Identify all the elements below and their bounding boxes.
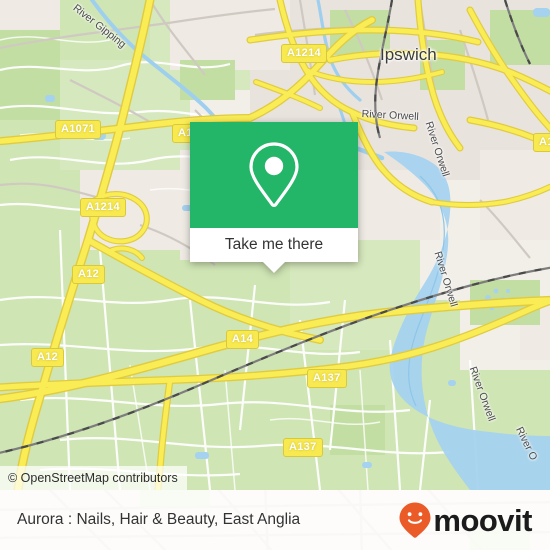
map-screenshot: Ipswich River Gipping River Orwell River… bbox=[0, 0, 550, 550]
road-shield-a12-upper[interactable]: A12 bbox=[72, 265, 106, 284]
map-pin-icon bbox=[249, 142, 299, 208]
moovit-wordmark: moovit bbox=[433, 502, 532, 538]
road-shield-a14[interactable]: A14 bbox=[226, 330, 260, 349]
callout-header bbox=[190, 122, 358, 228]
footer-bar: Aurora : Nails, Hair & Beauty, East Angl… bbox=[0, 490, 550, 550]
map-place-label-ipswich: Ipswich bbox=[380, 45, 437, 64]
callout-pointer bbox=[263, 262, 285, 273]
location-title: Aurora : Nails, Hair & Beauty, East Angl… bbox=[17, 511, 301, 528]
map-water-label-river-orwell-3: River Orwell bbox=[431, 250, 460, 309]
footer-content: Aurora : Nails, Hair & Beauty, East Angl… bbox=[0, 490, 550, 550]
map-canvas[interactable]: Ipswich River Gipping River Orwell River… bbox=[0, 0, 550, 490]
road-shield-a137-lower[interactable]: A137 bbox=[283, 438, 323, 457]
map-water-label-river-orwell-4: River Orwell bbox=[466, 365, 498, 423]
take-me-there-label: Take me there bbox=[224, 236, 324, 253]
road-shield-a12-lower[interactable]: A12 bbox=[31, 348, 65, 367]
map-water-label-river-orwell-1: River Orwell bbox=[361, 108, 420, 123]
map-water-label-river-orwell-5: River O bbox=[513, 425, 540, 463]
osm-attribution[interactable]: © OpenStreetMap contributors bbox=[0, 466, 187, 490]
callout-footer[interactable]: Take me there bbox=[190, 228, 358, 273]
road-shield-a1214-north[interactable]: A1214 bbox=[281, 44, 327, 63]
road-shield-a1214-west[interactable]: A1214 bbox=[80, 198, 126, 217]
location-callout[interactable]: Take me there bbox=[190, 122, 358, 273]
road-shield-a1-right[interactable]: A1 bbox=[533, 133, 550, 152]
moovit-pin-smile-icon bbox=[399, 502, 431, 538]
road-shield-a137-upper[interactable]: A137 bbox=[307, 369, 347, 388]
map-water-label-river-orwell-2: River Orwell bbox=[422, 120, 452, 179]
road-shield-a1071[interactable]: A1071 bbox=[55, 120, 101, 139]
moovit-logo[interactable]: moovit bbox=[398, 501, 532, 539]
map-water-label-river-gipping: River Gipping bbox=[70, 2, 129, 51]
